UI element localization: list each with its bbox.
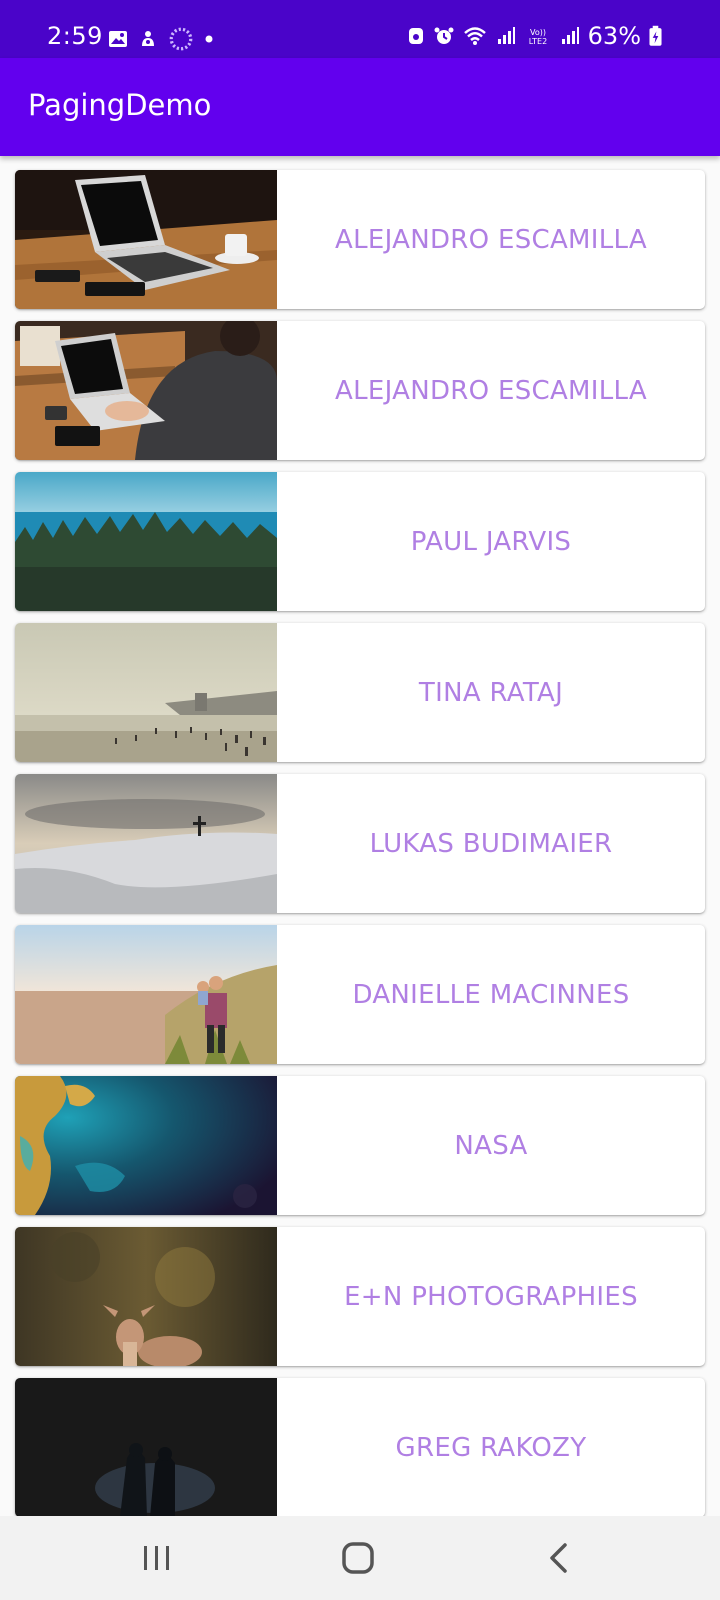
battery-percent: 63% (587, 22, 641, 50)
list-item[interactable]: PAUL JARVIS (15, 472, 705, 611)
app-icon (408, 28, 423, 44)
list-item[interactable]: TINA RATAJ (15, 623, 705, 762)
recents-button[interactable] (137, 1538, 177, 1578)
photo-list[interactable]: ALEJANDRO ESCAMILLA ALEJANDRO ESCAMILLA (0, 156, 720, 1516)
back-button[interactable] (540, 1538, 580, 1578)
dot-icon (205, 35, 213, 43)
battery-icon (649, 25, 662, 46)
author-name: E+N PHOTOGRAPHIES (344, 1281, 638, 1312)
laptop-on-desk-photo (15, 170, 277, 309)
list-item[interactable]: E+N PHOTOGRAPHIES (15, 1227, 705, 1366)
svg-text:LTE2: LTE2 (528, 37, 546, 46)
author-name: PAUL JARVIS (410, 526, 572, 557)
volte-icon: Vo))LTE2 (528, 28, 546, 46)
foggy-beach-photo (15, 623, 277, 762)
signal-icon (561, 27, 579, 44)
alarm-icon (434, 27, 454, 44)
app-title: PagingDemo (28, 88, 212, 122)
author-name: NASA (454, 1130, 528, 1161)
wifi-icon (463, 27, 486, 45)
list-item[interactable]: GREG RAKOZY (15, 1378, 705, 1516)
fawn-in-forest-photo (15, 1227, 277, 1366)
list-item[interactable]: LUKAS BUDIMAIER (15, 774, 705, 913)
signal-icon (497, 27, 515, 44)
status-right-icons: Vo)) LTE2 63% (406, 22, 662, 50)
gallery-icon (109, 31, 127, 47)
father-child-beach-photo (15, 925, 277, 1064)
list-item[interactable]: NASA (15, 1076, 705, 1215)
couple-in-dark-photo (15, 1378, 277, 1516)
author-name: ALEJANDRO ESCAMILLA (335, 224, 647, 255)
app-bar: PagingDemo (0, 58, 720, 156)
earth-from-space-photo (15, 1076, 277, 1215)
author-name: LUKAS BUDIMAIER (369, 828, 613, 859)
person-typing-laptop-photo (15, 321, 277, 460)
list-item[interactable]: ALEJANDRO ESCAMILLA (15, 170, 705, 309)
status-left-icons (108, 26, 214, 52)
list-item[interactable]: DANIELLE MACINNES (15, 925, 705, 1064)
svg-text:Vo)): Vo)) (530, 28, 546, 37)
author-name: TINA RATAJ (418, 677, 564, 708)
list-item[interactable]: ALEJANDRO ESCAMILLA (15, 321, 705, 460)
snowy-summit-cross-photo (15, 774, 277, 913)
notification-icon (142, 31, 154, 46)
navigation-bar (0, 1516, 720, 1600)
forest-lake-photo (15, 472, 277, 611)
author-name: ALEJANDRO ESCAMILLA (335, 375, 647, 406)
author-name: DANIELLE MACINNES (352, 979, 630, 1010)
author-name: GREG RAKOZY (395, 1432, 587, 1463)
status-time: 2:59 (47, 22, 103, 50)
home-button[interactable] (338, 1538, 378, 1578)
sync-icon (169, 27, 193, 51)
status-bar: 2:59 Vo)) LTE2 63% (0, 0, 720, 58)
